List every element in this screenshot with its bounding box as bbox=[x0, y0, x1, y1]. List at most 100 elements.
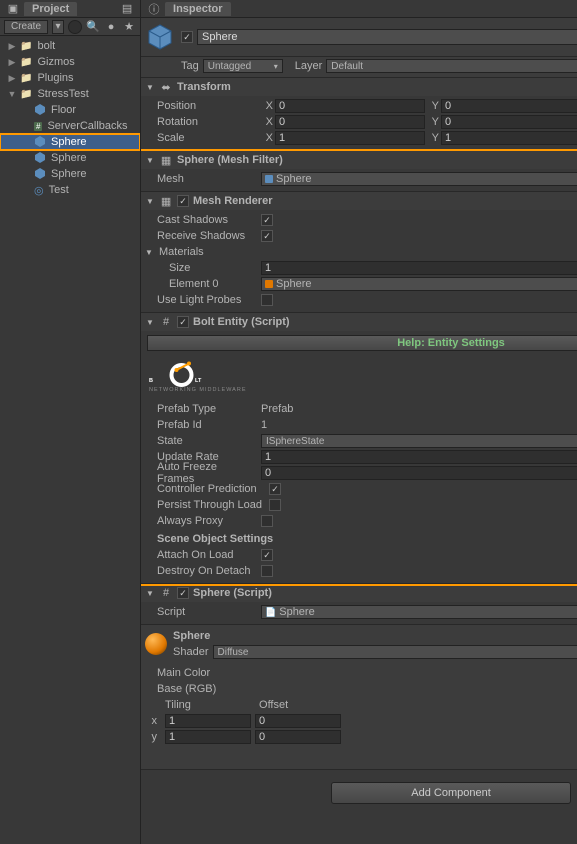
bolt-entity-component: ▼ # Bolt Entity (Script) ?⚙ Help: Entity… bbox=[141, 313, 577, 584]
mesh-renderer-enabled[interactable] bbox=[177, 195, 189, 207]
tree-item-label: Gizmos bbox=[37, 56, 74, 68]
always-proxy-label: Always Proxy bbox=[145, 515, 257, 527]
tiling-x[interactable] bbox=[165, 714, 251, 728]
mesh-asset-icon bbox=[265, 175, 273, 183]
offset-label: Offset bbox=[259, 699, 349, 711]
help-entity-settings-button[interactable]: Help: Entity Settings bbox=[147, 335, 577, 351]
tree-item-sphere[interactable]: Sphere bbox=[0, 166, 140, 182]
foldout-arrow-icon[interactable]: ▶ bbox=[6, 41, 18, 52]
search-filter-icon[interactable]: 🔍 bbox=[86, 20, 100, 34]
foldout-icon[interactable]: ▼ bbox=[145, 318, 155, 327]
create-button[interactable]: Create bbox=[4, 20, 48, 34]
position-x[interactable] bbox=[275, 99, 425, 113]
sphere-script-enabled[interactable] bbox=[177, 587, 189, 599]
prefab-type-label: Prefab Type bbox=[145, 403, 257, 415]
rotation-x[interactable] bbox=[275, 115, 425, 129]
inspector-tab[interactable]: Inspector bbox=[165, 2, 231, 16]
script-field[interactable]: 📄Sphere⊙ bbox=[261, 605, 577, 619]
prefab-id-label: Prefab Id bbox=[145, 419, 257, 431]
auto-freeze-input[interactable] bbox=[261, 466, 577, 480]
y-label: y bbox=[145, 731, 161, 743]
state-dropdown[interactable]: ISphereState bbox=[261, 434, 577, 448]
persist-checkbox[interactable] bbox=[269, 499, 281, 511]
bolt-entity-header[interactable]: ▼ # Bolt Entity (Script) ?⚙ bbox=[141, 313, 577, 331]
controller-pred-checkbox[interactable] bbox=[269, 483, 281, 495]
transform-component: ▼ ⬌ Transform ?⚙ Position XYZ Rotation X… bbox=[141, 78, 577, 151]
sphere-script-title: Sphere (Script) bbox=[193, 587, 577, 599]
script-icon: # bbox=[159, 586, 173, 600]
foldout-icon[interactable]: ▼ bbox=[145, 83, 155, 92]
offset-y[interactable] bbox=[255, 730, 341, 744]
tree-item-gizmos[interactable]: ▶ Gizmos bbox=[0, 54, 140, 70]
tree-item-plugins[interactable]: ▶Plugins bbox=[0, 70, 140, 86]
mesh-renderer-title: Mesh Renderer bbox=[193, 195, 577, 207]
filter-type-icon[interactable]: ● bbox=[104, 20, 118, 34]
position-label: Position bbox=[145, 100, 257, 112]
scale-y[interactable] bbox=[441, 131, 577, 145]
material-preview-sphere bbox=[145, 633, 167, 655]
shader-dropdown[interactable]: Diffuse bbox=[213, 645, 577, 659]
bolt-entity-title: Bolt Entity (Script) bbox=[193, 316, 577, 328]
attach-checkbox[interactable] bbox=[261, 549, 273, 561]
mesh-filter-header[interactable]: ▼ ▦ Sphere (Mesh Filter) ?⚙ bbox=[141, 151, 577, 169]
tiling-y[interactable] bbox=[165, 730, 251, 744]
mesh-icon: ▦ bbox=[159, 153, 173, 167]
foldout-icon[interactable]: ▼ bbox=[145, 156, 155, 165]
foldout-arrow-icon[interactable]: ▼ bbox=[6, 89, 18, 99]
filter-star-icon[interactable]: ★ bbox=[122, 20, 136, 34]
destroy-checkbox[interactable] bbox=[261, 565, 273, 577]
layer-dropdown[interactable]: Default bbox=[326, 59, 577, 73]
element0-field[interactable]: Sphere⊙ bbox=[261, 277, 577, 291]
persist-label: Persist Through Load bbox=[145, 499, 265, 511]
folder-icon bbox=[20, 40, 32, 52]
sphere-script-component: ▼ # Sphere (Script) ?⚙ Script 📄Sphere⊙ bbox=[141, 584, 577, 625]
gameobject-active-checkbox[interactable] bbox=[181, 31, 193, 43]
svg-text:B: B bbox=[149, 378, 153, 384]
sphere-script-header[interactable]: ▼ # Sphere (Script) ?⚙ bbox=[141, 584, 577, 602]
always-proxy-checkbox[interactable] bbox=[261, 515, 273, 527]
receive-shadows-checkbox[interactable] bbox=[261, 230, 273, 242]
tree-item-floor[interactable]: Floor bbox=[0, 102, 140, 118]
main-color-label: Main Color bbox=[145, 667, 257, 679]
transform-title: Transform bbox=[177, 81, 577, 93]
foldout-icon[interactable]: ▼ bbox=[145, 589, 155, 598]
tree-item-stresstest[interactable]: ▼ StressTest bbox=[0, 86, 140, 102]
tree-item-bolt[interactable]: ▶ bolt bbox=[0, 38, 140, 54]
mesh-renderer-header[interactable]: ▼ ▦ Mesh Renderer ?⚙ bbox=[141, 192, 577, 210]
rotation-y[interactable] bbox=[441, 115, 577, 129]
light-probes-checkbox[interactable] bbox=[261, 294, 273, 306]
project-search[interactable] bbox=[68, 20, 82, 34]
element0-label: Element 0 bbox=[145, 278, 257, 290]
materials-foldout[interactable]: ▼ bbox=[145, 248, 155, 257]
materials-size[interactable] bbox=[261, 261, 577, 275]
bolt-entity-enabled[interactable] bbox=[177, 316, 189, 328]
tree-item-test[interactable]: ◎Test bbox=[0, 182, 140, 198]
foldout-arrow-icon[interactable]: ▶ bbox=[6, 57, 18, 68]
create-dropdown[interactable]: ▾ bbox=[52, 20, 64, 34]
tree-item-label: bolt bbox=[37, 40, 55, 52]
tree-item-servercallbacks[interactable]: ServerCallbacks bbox=[0, 118, 140, 134]
add-component-button[interactable]: Add Component bbox=[331, 782, 571, 804]
gameobject-name-input[interactable] bbox=[197, 29, 577, 45]
project-tab[interactable]: Project bbox=[24, 2, 77, 16]
scale-x[interactable] bbox=[275, 131, 425, 145]
project-panel: ▣ Project ▤ Create ▾ 🔍 ● ★ ▶bolt▶Gizmos▶… bbox=[0, 0, 141, 844]
panel-menu-icon[interactable]: ▤ bbox=[120, 2, 134, 16]
size-label: Size bbox=[145, 262, 257, 274]
mesh-field[interactable]: Sphere⊙ bbox=[261, 172, 577, 186]
transform-header[interactable]: ▼ ⬌ Transform ?⚙ bbox=[141, 78, 577, 96]
receive-shadows-label: Receive Shadows bbox=[145, 230, 257, 242]
cast-shadows-checkbox[interactable] bbox=[261, 214, 273, 226]
tree-item-sphere[interactable]: Sphere bbox=[0, 134, 140, 150]
offset-x[interactable] bbox=[255, 714, 341, 728]
position-y[interactable] bbox=[441, 99, 577, 113]
tree-item-label: Floor bbox=[51, 104, 76, 116]
tree-item-label: StressTest bbox=[37, 88, 88, 100]
update-rate-input[interactable] bbox=[261, 450, 577, 464]
tag-dropdown[interactable]: Untagged bbox=[203, 59, 283, 73]
foldout-icon[interactable]: ▼ bbox=[145, 197, 155, 206]
foldout-arrow-icon[interactable]: ▶ bbox=[6, 73, 18, 84]
inspector-body: Static ▾ Tag Untagged Layer Default ▼ ⬌ … bbox=[141, 18, 577, 844]
tree-item-sphere[interactable]: Sphere bbox=[0, 150, 140, 166]
project-tab-bar: ▣ Project ▤ bbox=[0, 0, 140, 18]
